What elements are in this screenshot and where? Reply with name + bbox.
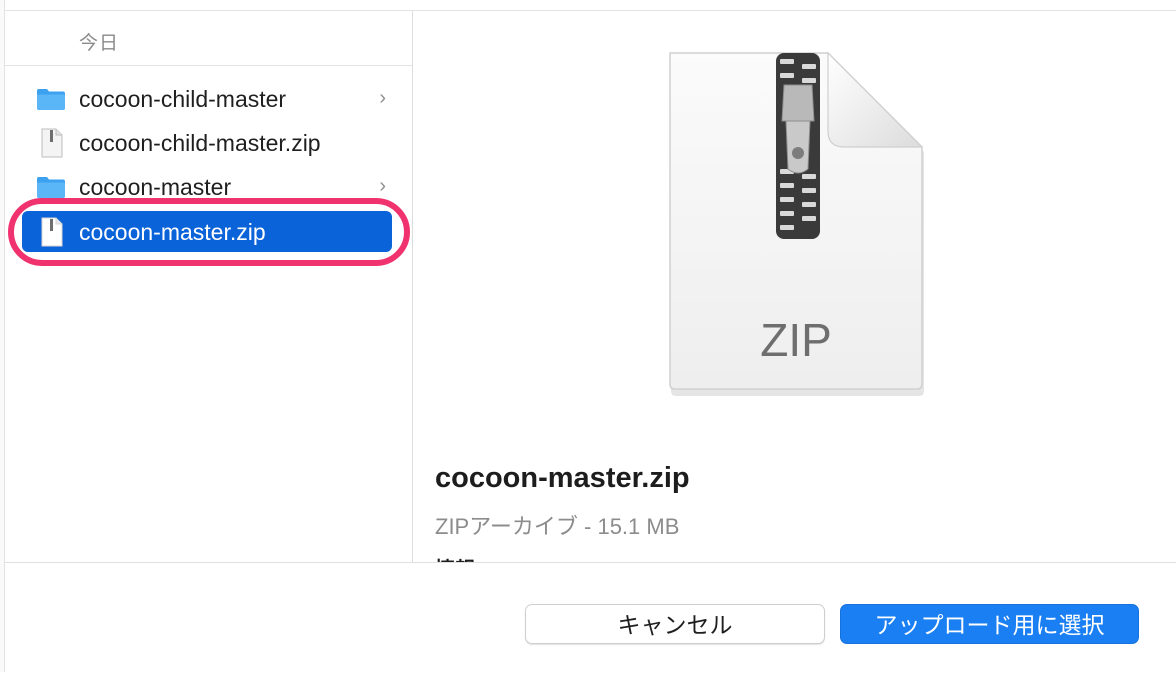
chevron-right-icon: ›	[379, 175, 386, 197]
list-item-zip[interactable]: cocoon-child-master.zip	[22, 122, 392, 163]
chevron-right-icon: ›	[379, 87, 386, 109]
zip-file-icon	[41, 128, 63, 158]
folder-icon	[37, 177, 65, 198]
zip-icon-text: ZIP	[760, 314, 832, 366]
preview-pane: ZIP cocoon-master.zip ZIPアーカイブ - 15.1 MB…	[413, 11, 1176, 562]
list-item-folder[interactable]: cocoon-child-master ›	[22, 78, 392, 119]
top-border	[0, 0, 1176, 11]
cancel-button[interactable]: キャンセル	[525, 604, 825, 644]
button-bar: キャンセル アップロード用に選択	[5, 562, 1176, 673]
list-item-label: cocoon-master	[79, 174, 232, 200]
list-item-label: cocoon-child-master	[79, 86, 287, 112]
list-item-label: cocoon-child-master.zip	[79, 130, 321, 156]
select-for-upload-button[interactable]: アップロード用に選択	[840, 604, 1139, 644]
preview-info-heading: 情報	[435, 553, 475, 562]
zip-archive-icon: ZIP	[669, 51, 924, 396]
folder-icon	[37, 89, 65, 110]
file-list-column[interactable]: 今日 cocoon-child-master › cocoon-child-ma…	[5, 11, 413, 562]
section-divider	[5, 65, 412, 66]
preview-file-name: cocoon-master.zip	[435, 462, 690, 494]
section-header-today: 今日	[79, 33, 120, 54]
preview-file-kind: ZIPアーカイブ - 15.1 MB	[435, 514, 680, 539]
highlight-annotation	[8, 198, 410, 266]
file-chooser-dialog: 今日 cocoon-child-master › cocoon-child-ma…	[0, 0, 1176, 673]
